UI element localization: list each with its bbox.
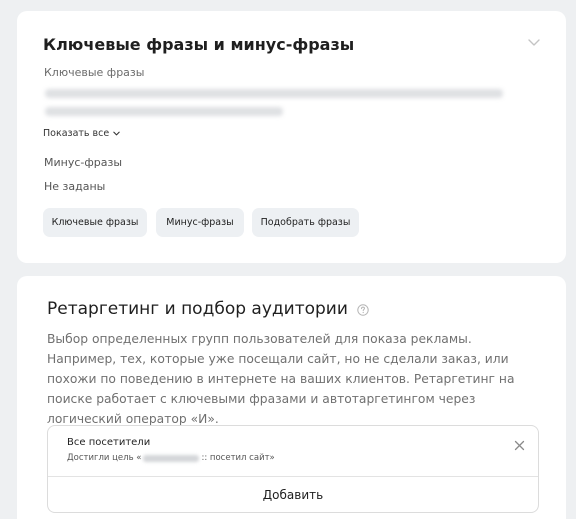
chevron-down-icon[interactable] bbox=[526, 34, 542, 50]
keywords-card: Ключевые фразы и минус-фразы Ключевые фр… bbox=[17, 11, 566, 263]
add-audience-button[interactable]: Добавить bbox=[48, 477, 538, 513]
retargeting-card: Ретаргетинг и подбор аудитории Выбор опр… bbox=[17, 276, 566, 519]
retargeting-description: Выбор определенных групп пользователей д… bbox=[47, 332, 515, 426]
audience-subtitle: Достигли цель « :: посетил сайт» bbox=[67, 453, 275, 463]
question-icon[interactable] bbox=[357, 304, 369, 316]
minus-phrases-label: Минус-фразы bbox=[44, 156, 123, 169]
keywords-button[interactable]: Ключевые фразы bbox=[43, 208, 147, 237]
audience-subtitle-suffix: :: посетил сайт» bbox=[201, 453, 275, 463]
retargeting-card-title: Ретаргетинг и подбор аудитории bbox=[47, 299, 348, 319]
minus-phrases-value: Не заданы bbox=[44, 180, 106, 193]
audience-goal-blurred bbox=[143, 454, 200, 462]
audience-subtitle-prefix: Достигли цель « bbox=[67, 453, 142, 463]
pick-phrases-button[interactable]: Подобрать фразы bbox=[252, 208, 359, 237]
minus-phrases-button[interactable]: Минус-фразы bbox=[156, 208, 244, 237]
chevron-down-icon bbox=[113, 131, 120, 136]
show-all-link[interactable]: Показать все bbox=[43, 128, 121, 139]
show-all-label: Показать все bbox=[43, 128, 110, 139]
audience-title: Все посетители bbox=[67, 437, 151, 448]
keywords-label: Ключевые фразы bbox=[44, 66, 145, 79]
close-icon[interactable] bbox=[514, 440, 525, 451]
audience-box: Все посетители Достигли цель « :: посети… bbox=[47, 425, 539, 513]
keywords-card-title: Ключевые фразы и минус-фразы bbox=[43, 35, 355, 54]
